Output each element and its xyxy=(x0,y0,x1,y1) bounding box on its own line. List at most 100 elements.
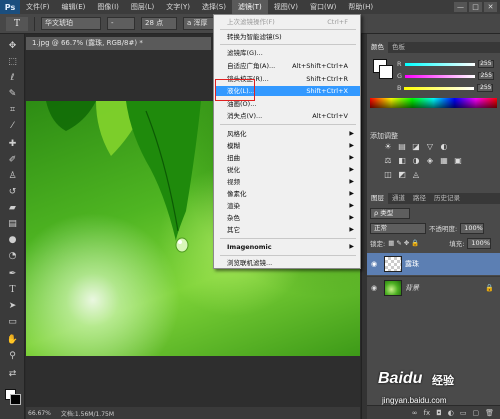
swap-colors-icon[interactable]: ⇄ xyxy=(6,368,19,381)
path-selection-tool-icon[interactable]: ➤ xyxy=(6,300,19,313)
menu-item-distort[interactable]: 扭曲 ▶ xyxy=(215,153,360,163)
menu-divider xyxy=(220,29,356,30)
move-tool-icon[interactable]: ✥ xyxy=(6,40,19,53)
color-spectrum[interactable] xyxy=(370,98,497,108)
red-slider[interactable] xyxy=(404,62,475,66)
zoom-readout[interactable]: 66.67% xyxy=(28,410,51,417)
menu-item-filter-gallery[interactable]: 滤镜库(G)... xyxy=(215,48,360,58)
minimize-button[interactable]: — xyxy=(454,2,467,12)
green-value[interactable]: 255 xyxy=(478,72,495,80)
rectangle-tool-icon[interactable]: ▭ xyxy=(6,316,19,329)
type-tool-icon[interactable]: T xyxy=(6,284,19,297)
layer-name[interactable]: 背景 xyxy=(405,283,419,293)
menu-file[interactable]: 文件(F) xyxy=(20,0,56,14)
menu-filter[interactable]: 滤镜(T) xyxy=(231,0,268,14)
tab-channels[interactable]: 通道 xyxy=(388,193,409,204)
menu-item-blur[interactable]: 模糊 ▶ xyxy=(215,141,360,151)
hue-saturation-icon[interactable]: ⚖ xyxy=(383,156,393,166)
opacity-label: 不透明度: xyxy=(429,225,458,233)
tab-layers[interactable]: 图层 xyxy=(367,193,388,204)
exposure-icon[interactable]: ▽ xyxy=(425,142,435,152)
blue-slider[interactable] xyxy=(404,86,475,90)
lock-icons[interactable]: ▦ ✎ ✥ 🔒 xyxy=(388,239,446,247)
menu-item-smart-filter[interactable]: 转换为智能滤镜(S) xyxy=(215,32,360,42)
maximize-button[interactable]: □ xyxy=(469,2,482,12)
vibrance-icon[interactable]: ◐ xyxy=(439,142,449,152)
menu-item-last-filter[interactable]: 上次滤镜操作(F) Ctrl+F xyxy=(215,17,360,27)
menu-image[interactable]: 图像(I) xyxy=(91,0,125,14)
font-style-select[interactable]: - xyxy=(107,17,135,30)
history-brush-tool-icon[interactable]: ↺ xyxy=(6,186,19,199)
menu-item-vanishing-point[interactable]: 消失点(V)... Alt+Ctrl+V xyxy=(215,111,360,121)
levels-icon[interactable]: ▤ xyxy=(397,142,407,152)
font-size-select[interactable]: 28 点 xyxy=(141,17,177,30)
menu-select[interactable]: 选择(S) xyxy=(196,0,232,14)
menu-item-imagenomic[interactable]: Imagenomic ▶ xyxy=(215,242,360,252)
brush-tool-icon[interactable]: ✐ xyxy=(6,154,19,167)
menu-item-adaptive-wide-angle[interactable]: 自适应广角(A)... Alt+Shift+Ctrl+A xyxy=(215,61,360,71)
blur-tool-icon[interactable]: ● xyxy=(6,234,19,247)
layer-row-background[interactable]: ◉ 背景 🔒 xyxy=(367,276,500,298)
blend-mode-select[interactable]: 正常 xyxy=(370,222,426,234)
photo-filter-icon[interactable]: ◈ xyxy=(425,156,435,166)
healing-brush-tool-icon[interactable]: ✚ xyxy=(6,138,19,151)
channel-mixer-icon[interactable]: ▦ xyxy=(439,156,449,166)
tab-history[interactable]: 历史记录 xyxy=(430,193,464,204)
font-family-select[interactable]: 华文琥珀 xyxy=(41,17,101,30)
gradient-tool-icon[interactable]: ▤ xyxy=(6,218,19,231)
tab-color[interactable]: 颜色 xyxy=(367,42,388,53)
menu-item-pixelate[interactable]: 像素化 ▶ xyxy=(215,189,360,199)
invert-icon[interactable]: ◫ xyxy=(383,170,393,180)
background-color-swatch[interactable] xyxy=(10,394,21,405)
quick-select-tool-icon[interactable]: ✎ xyxy=(6,88,19,101)
brightness-icon[interactable]: ☀ xyxy=(383,142,393,152)
crop-tool-icon[interactable]: ⌗ xyxy=(6,104,19,117)
layer-name[interactable]: 露珠 xyxy=(405,259,419,269)
curves-icon[interactable]: ◪ xyxy=(411,142,421,152)
close-button[interactable]: ✕ xyxy=(484,2,497,12)
pen-tool-icon[interactable]: ✒ xyxy=(6,268,19,281)
eyedropper-tool-icon[interactable]: ⁄ xyxy=(6,120,19,133)
eye-icon[interactable]: ◉ xyxy=(367,260,381,268)
background-swatch[interactable] xyxy=(379,65,393,79)
document-tab[interactable]: 1.jpg @ 66.7% (露珠, RGB/8#) * xyxy=(26,37,211,50)
menu-item-video[interactable]: 视频 ▶ xyxy=(215,177,360,187)
submenu-arrow-icon: ▶ xyxy=(349,243,354,250)
menu-type[interactable]: 文字(Y) xyxy=(160,0,196,14)
eye-icon[interactable]: ◉ xyxy=(367,284,381,292)
lock-icon: 🔒 xyxy=(485,283,494,292)
menu-layer[interactable]: 图层(L) xyxy=(125,0,160,14)
fill-input[interactable]: 100% xyxy=(467,237,492,249)
marquee-tool-icon[interactable]: ⬚ xyxy=(6,56,19,69)
opacity-input[interactable]: 100% xyxy=(460,222,485,234)
menu-item-sharpen[interactable]: 锐化 ▶ xyxy=(215,165,360,175)
color-balance-icon[interactable]: ◧ xyxy=(397,156,407,166)
type-tool-icon[interactable]: T xyxy=(6,16,28,31)
menu-edit[interactable]: 编辑(E) xyxy=(56,0,92,14)
lasso-tool-icon[interactable]: ℓ xyxy=(6,72,19,85)
blue-value[interactable]: 255 xyxy=(477,84,494,92)
layer-row-active[interactable]: ◉ 露珠 xyxy=(367,253,500,275)
menu-item-other[interactable]: 其它 ▶ xyxy=(215,225,360,235)
red-value[interactable]: 255 xyxy=(477,60,494,68)
menu-item-stylize[interactable]: 风格化 ▶ xyxy=(215,129,360,139)
menu-window[interactable]: 窗口(W) xyxy=(304,0,342,14)
layer-filter-select[interactable]: ρ 类型 xyxy=(370,207,410,219)
green-slider[interactable] xyxy=(405,74,476,78)
menu-help[interactable]: 帮助(H) xyxy=(342,0,379,14)
tab-swatches[interactable]: 色板 xyxy=(388,42,409,53)
menu-item-noise[interactable]: 杂色 ▶ xyxy=(215,213,360,223)
color-lookup-icon[interactable]: ▣ xyxy=(453,156,463,166)
eraser-tool-icon[interactable]: ▰ xyxy=(6,202,19,215)
tab-paths[interactable]: 路径 xyxy=(409,193,430,204)
clone-stamp-tool-icon[interactable]: ♙ xyxy=(6,170,19,183)
threshold-icon[interactable]: ◬ xyxy=(411,170,421,180)
menu-view[interactable]: 视图(V) xyxy=(268,0,304,14)
menu-item-browse-online-filters[interactable]: 浏览联机滤镜... xyxy=(215,258,360,268)
menu-item-render[interactable]: 渲染 ▶ xyxy=(215,201,360,211)
black-white-icon[interactable]: ◑ xyxy=(411,156,421,166)
zoom-tool-icon[interactable]: ⚲ xyxy=(6,350,19,363)
dodge-tool-icon[interactable]: ◔ xyxy=(6,250,19,263)
posterize-icon[interactable]: ◩ xyxy=(397,170,407,180)
hand-tool-icon[interactable]: ✋ xyxy=(6,334,19,347)
